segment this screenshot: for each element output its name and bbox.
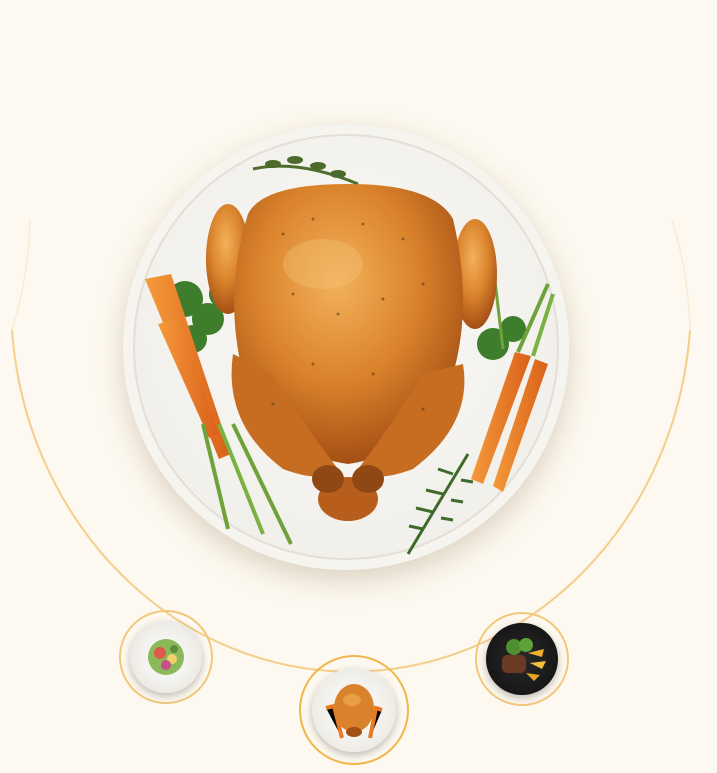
carousel-item-salad[interactable] <box>119 610 213 704</box>
roast-chicken <box>206 184 497 521</box>
rosemary-sprig <box>406 453 474 555</box>
roast-chicken-hero-image <box>145 156 555 555</box>
carousel-item-steak[interactable] <box>475 612 569 706</box>
dish-carousel <box>0 0 717 773</box>
thyme-sprig-top <box>252 156 359 186</box>
salad-plate-icon <box>130 621 202 693</box>
roast-chicken-plate-icon <box>312 668 396 752</box>
steak-plate-icon <box>486 623 558 695</box>
carousel-item-roast-chicken[interactable] <box>299 655 409 765</box>
